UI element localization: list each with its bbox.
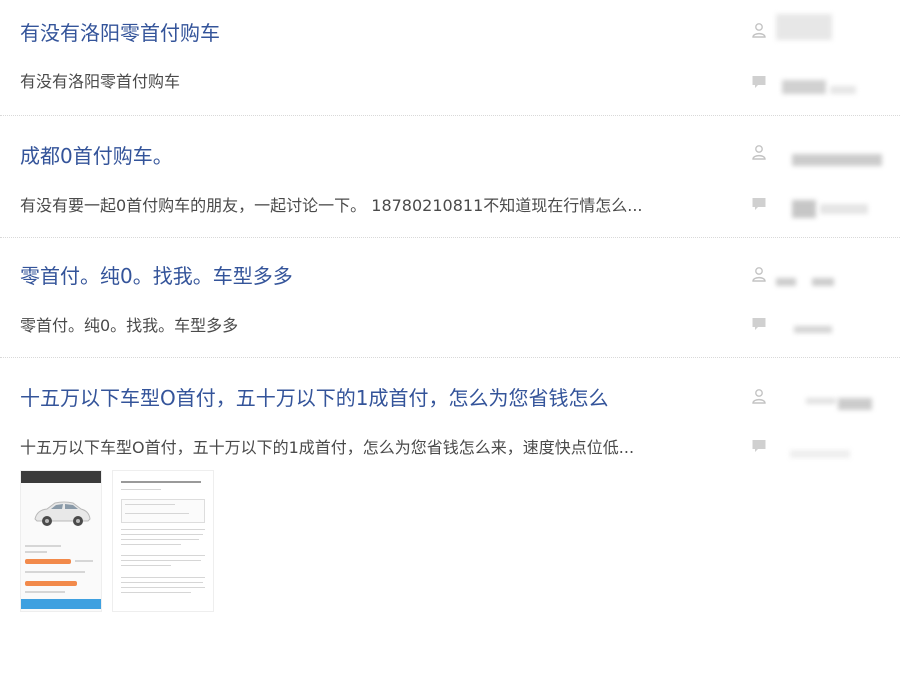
thumb-header-bar [21,471,101,483]
reply-count-redacted [790,450,850,458]
post-list-page: 有没有洛阳零首付购车 有没有洛阳零首付购车 成都0首付购车。 有没有要一起0首付… [0,0,900,674]
author-name-redacted [838,398,872,410]
author-name-redacted [776,278,796,286]
thumb-text-line [121,555,205,556]
reply-time-redacted [820,204,868,214]
comment-icon [752,318,766,330]
thumb-text-line [121,544,181,545]
thumb-text-line [121,529,205,530]
thumb-text-line [121,489,161,490]
author-name-redacted [776,14,832,40]
attachment-image-text-document[interactable] [112,470,214,612]
post-item: 十五万以下车型O首付，五十万以下的1成首付，怎么为您省钱怎么 十五万以下车型O首… [0,358,900,674]
post-excerpt: 有没有要一起0首付购车的朋友，一起讨论一下。 18780210811不知道现在行… [20,196,643,215]
author-name-redacted [792,154,882,166]
post-excerpt: 零首付。纯0。找我。车型多多 [20,316,239,335]
user-icon [752,145,766,160]
thumb-text-line [25,551,47,553]
thumb-text-line [121,560,201,561]
user-icon [752,267,766,282]
post-excerpt: 有没有洛阳零首付购车 [20,72,181,91]
post-item: 成都0首付购车。 有没有要一起0首付购车的朋友，一起讨论一下。 18780210… [0,116,900,238]
post-title[interactable]: 零首付。纯0。找我。车型多多 [20,260,293,289]
thumb-text-line [121,592,191,593]
thumb-text-line [121,582,203,583]
post-excerpt: 十五万以下车型O首付，五十万以下的1成首付，怎么为您省钱怎么来，速度快点位低..… [20,438,635,457]
post-item: 零首付。纯0。找我。车型多多 零首付。纯0。找我。车型多多 [0,238,900,358]
thumb-text-line [25,591,65,593]
comment-icon [752,76,766,88]
author-name-redacted [806,398,836,404]
attachment-image-app-screenshot[interactable] [20,470,102,612]
thumb-orange-bar [25,559,71,564]
thumb-blue-button [21,599,101,609]
comment-icon [752,198,766,210]
thumb-heading-line [121,481,201,483]
thumb-text-line [125,513,189,514]
thumb-orange-bar [25,581,77,586]
thumb-text-line [121,565,171,566]
reply-time-redacted [830,86,856,94]
car-image [34,501,91,526]
reply-count-redacted [782,80,826,94]
thumb-text-line [121,539,199,540]
post-item: 有没有洛阳零首付购车 有没有洛阳零首付购车 [0,0,900,116]
author-name-redacted [812,278,834,286]
reply-count-redacted [792,200,816,218]
thumb-text-line [121,587,205,588]
user-icon [752,23,766,38]
thumb-text-line [125,504,175,505]
post-title[interactable]: 十五万以下车型O首付，五十万以下的1成首付，怎么为您省钱怎么 [20,382,608,411]
thumb-form-box [121,499,205,523]
user-icon [752,389,766,404]
thumb-text-line [75,560,93,562]
post-title[interactable]: 成都0首付购车。 [20,140,173,169]
thumb-text-line [121,534,203,535]
thumb-text-line [25,571,85,573]
comment-icon [752,440,766,452]
thumb-text-line [25,545,61,547]
post-title[interactable]: 有没有洛阳零首付购车 [20,17,220,46]
thumb-text-line [121,577,205,578]
reply-count-redacted [794,326,832,333]
